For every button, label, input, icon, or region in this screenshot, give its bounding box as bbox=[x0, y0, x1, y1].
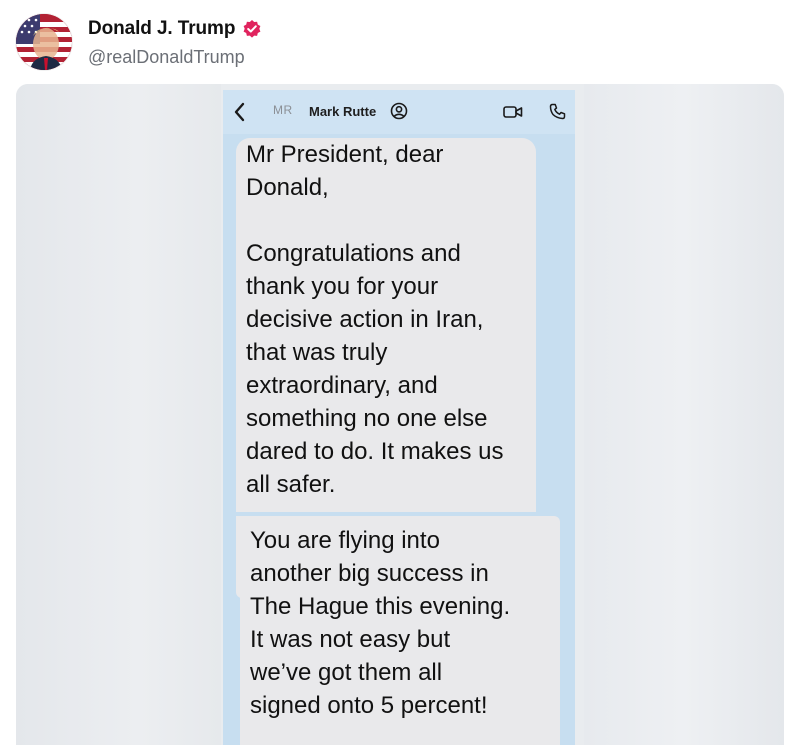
message-1-line: extraordinary, and bbox=[246, 372, 438, 399]
message-2-line: signed onto 5 percent! bbox=[250, 692, 488, 719]
video-camera-icon bbox=[503, 106, 523, 118]
message-1-line: Congratulations and bbox=[246, 240, 461, 267]
message-1-line: Mr President, dear bbox=[246, 141, 444, 168]
message-2-line: we’ve got them all bbox=[250, 659, 443, 686]
chevron-left-icon bbox=[234, 102, 245, 122]
chat-header: MR Mark Rutte bbox=[223, 90, 575, 134]
message-2-line: another big success in bbox=[250, 560, 489, 587]
message-screenshot: MR Mark Rutte Mr President, dear Donald, bbox=[223, 90, 575, 745]
post-media[interactable]: MR Mark Rutte Mr President, dear Donald, bbox=[16, 84, 784, 745]
message-1-line: thank you for your bbox=[246, 273, 439, 300]
message-2-line: It was not easy but bbox=[250, 626, 451, 653]
message-1-line: all safer. bbox=[246, 471, 336, 498]
message-1-line: something no one else bbox=[246, 405, 488, 432]
message-bubble-2: You are flying into another big success … bbox=[240, 516, 560, 745]
media-blur-left bbox=[16, 84, 221, 745]
avatar[interactable] bbox=[16, 14, 72, 70]
phone-icon bbox=[549, 103, 566, 120]
message-1-line: dared to do. It makes us bbox=[246, 438, 504, 465]
author-row: Donald J. Trump bbox=[88, 16, 262, 42]
verified-badge-icon bbox=[243, 20, 261, 38]
message-1-line: that was truly bbox=[246, 339, 388, 366]
contact-name: Mark Rutte bbox=[309, 104, 377, 119]
media-blur-right bbox=[584, 84, 784, 745]
message-1-line: Donald, bbox=[246, 174, 329, 201]
message-2-line: You are flying into bbox=[250, 527, 440, 554]
contact-initials: MR bbox=[273, 103, 293, 117]
display-name[interactable]: Donald J. Trump bbox=[88, 18, 235, 40]
post: Donald J. Trump @realDonaldTrump MR Mark… bbox=[0, 0, 800, 745]
message-2-line: The Hague this evening. bbox=[250, 593, 511, 620]
person-circle-icon bbox=[390, 102, 408, 120]
handle[interactable]: @realDonaldTrump bbox=[88, 47, 245, 68]
message-1-line: decisive action in Iran, bbox=[246, 306, 484, 333]
